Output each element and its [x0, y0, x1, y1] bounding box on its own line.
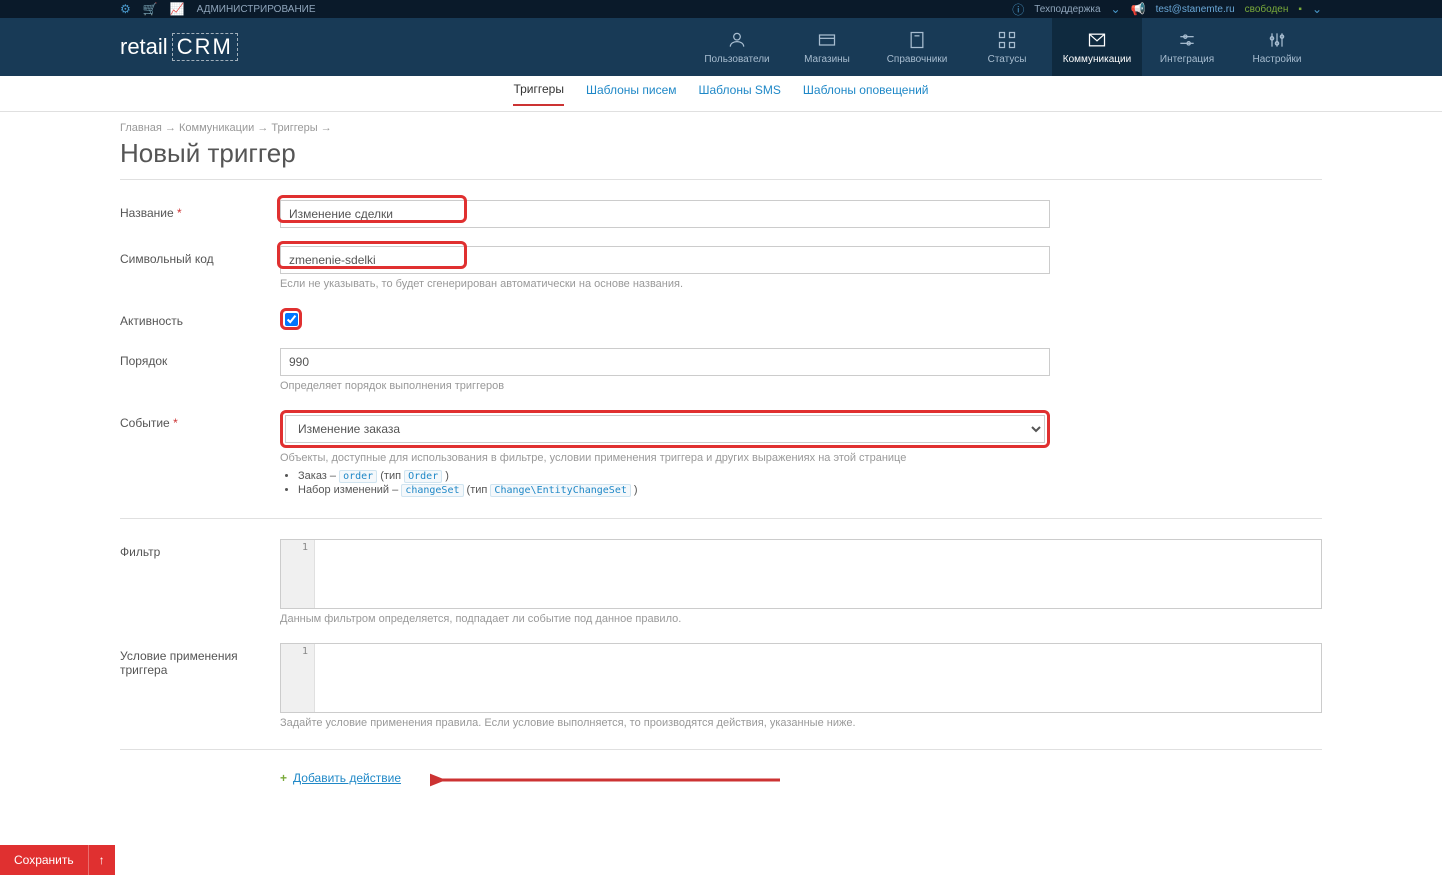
- save-bar: Сохранить ↑: [0, 845, 115, 875]
- cond-label: Условие применения триггера: [120, 649, 238, 677]
- nav-statuses-label: Статусы: [988, 54, 1027, 65]
- nav-stores[interactable]: Магазины: [782, 18, 872, 76]
- line-number: 1: [281, 540, 315, 608]
- condition-editor[interactable]: 1: [280, 643, 1322, 713]
- nav-settings[interactable]: Настройки: [1232, 18, 1322, 76]
- gear-icon[interactable]: ⚙: [120, 2, 131, 16]
- highlight-code: [277, 241, 467, 269]
- logo-brand2: CRM: [172, 33, 238, 61]
- code-label: Символьный код: [120, 252, 214, 266]
- add-action-link[interactable]: +Добавить действие: [280, 771, 401, 785]
- nav-users-label: Пользователи: [704, 54, 769, 65]
- subnav: Триггеры Шаблоны писем Шаблоны SMS Шабло…: [0, 76, 1442, 112]
- nav-statuses[interactable]: Статусы: [962, 18, 1052, 76]
- obj-order: Заказ – order (тип Order ): [298, 470, 1050, 482]
- order-label: Порядок: [120, 354, 167, 368]
- event-hint: Объекты, доступные для использования в ф…: [280, 452, 1050, 464]
- obj-changeset: Набор изменений – changeSet (тип Change\…: [298, 484, 1050, 496]
- page-title: Новый триггер: [120, 138, 1322, 169]
- nav-dicts-label: Справочники: [887, 54, 948, 65]
- tab-sms-templates[interactable]: Шаблоны SMS: [699, 83, 781, 105]
- tab-triggers[interactable]: Триггеры: [513, 82, 564, 106]
- highlight-active: [280, 308, 302, 330]
- highlight-name: [277, 195, 467, 223]
- name-label: Название: [120, 206, 174, 220]
- active-checkbox[interactable]: [285, 313, 298, 326]
- tab-notify-templates[interactable]: Шаблоны оповещений: [803, 83, 929, 105]
- nav-communications[interactable]: Коммуникации: [1052, 18, 1142, 76]
- header: retail CRM Пользователи Магазины Справоч…: [0, 18, 1442, 76]
- highlight-event: Изменение заказа: [280, 410, 1050, 448]
- nav-users[interactable]: Пользователи: [692, 18, 782, 76]
- arrow-annotation: [430, 770, 790, 794]
- logo-brand1: retail: [120, 34, 168, 60]
- support-link[interactable]: Техподдержка: [1034, 4, 1100, 15]
- available-objects: Заказ – order (тип Order ) Набор изменен…: [280, 470, 1050, 496]
- nav-comm-label: Коммуникации: [1063, 54, 1131, 65]
- logo[interactable]: retail CRM: [120, 33, 238, 61]
- nav-integration[interactable]: Интеграция: [1142, 18, 1232, 76]
- breadcrumb: Главная → Коммуникации → Триггеры →: [120, 122, 1322, 134]
- code-hint: Если не указывать, то будет сгенерирован…: [280, 278, 1050, 290]
- status-dot-icon: ▪: [1298, 4, 1302, 15]
- user-status[interactable]: свободен: [1245, 4, 1289, 15]
- admin-label[interactable]: АДМИНИСТРИРОВАНИЕ: [197, 4, 316, 15]
- cond-hint: Задайте условие применения правила. Если…: [280, 717, 1322, 729]
- save-dropdown-button[interactable]: ↑: [88, 845, 115, 875]
- event-select[interactable]: Изменение заказа: [285, 415, 1045, 443]
- tab-letter-templates[interactable]: Шаблоны писем: [586, 83, 677, 105]
- save-button[interactable]: Сохранить: [0, 845, 88, 875]
- topbar: ⚙ 🛒 📈 АДМИНИСТРИРОВАНИЕ ⓘ Техподдержка ⌄…: [0, 0, 1442, 18]
- line-number: 1: [281, 644, 315, 712]
- filter-label: Фильтр: [120, 545, 160, 559]
- crumb-comm[interactable]: Коммуникации: [179, 122, 254, 134]
- plus-icon: +: [280, 771, 287, 785]
- crumb-triggers[interactable]: Триггеры: [271, 122, 317, 134]
- filter-hint: Данным фильтром определяется, подпадает …: [280, 613, 1322, 625]
- nav-integr-label: Интеграция: [1160, 54, 1214, 65]
- nav-dicts[interactable]: Справочники: [872, 18, 962, 76]
- chevron-down-icon[interactable]: ⌄: [1312, 2, 1322, 16]
- help-icon[interactable]: ⓘ: [1012, 1, 1024, 18]
- active-label: Активность: [120, 314, 183, 328]
- order-hint: Определяет порядок выполнения триггеров: [280, 380, 1050, 392]
- chart-icon[interactable]: 📈: [170, 2, 185, 16]
- order-input[interactable]: [280, 348, 1050, 376]
- crumb-home[interactable]: Главная: [120, 122, 162, 134]
- announce-icon[interactable]: 📢: [1131, 2, 1146, 16]
- event-label: Событие: [120, 416, 170, 430]
- cart-icon[interactable]: 🛒: [143, 2, 158, 16]
- nav-settings-label: Настройки: [1252, 54, 1301, 65]
- filter-editor[interactable]: 1: [280, 539, 1322, 609]
- nav-stores-label: Магазины: [804, 54, 850, 65]
- user-email[interactable]: test@stanemte.ru: [1156, 4, 1235, 15]
- chevron-down-icon[interactable]: ⌄: [1111, 2, 1121, 16]
